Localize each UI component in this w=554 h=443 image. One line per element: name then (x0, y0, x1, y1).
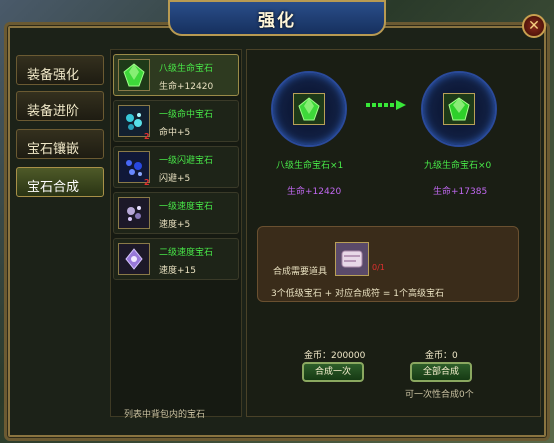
target-gem-stat: 生命+17385 (433, 187, 488, 197)
tab-label: 宝石合成 (27, 180, 80, 195)
target-gem-slot (421, 71, 497, 147)
gem-list-item[interactable]: 二级速度宝石 速度+15 (113, 238, 239, 280)
close-button[interactable]: ✕ (522, 14, 546, 38)
arrow-right-icon (366, 100, 406, 110)
purple-gem-icon (118, 243, 150, 275)
gem-count: 2 (144, 178, 150, 187)
source-gem-slot[interactable] (271, 71, 347, 147)
source-gem-name: 八级生命宝石×1 (276, 161, 344, 171)
tab-equip-advance[interactable]: 装备进阶 (16, 91, 104, 121)
gem-stat: 生命+12420 (159, 82, 214, 92)
tab-gem-inlay[interactable]: 宝石镶嵌 (16, 129, 104, 159)
tab-label: 装备进阶 (27, 104, 80, 119)
tab-label: 宝石镶嵌 (27, 142, 80, 157)
synthesis-scroll-icon[interactable] (335, 242, 369, 276)
synthesis-rule: 3个低级宝石 + 对应合成符 = 1个高级宝石 (271, 289, 444, 299)
gem-name: 一级命中宝石 (159, 110, 214, 120)
purple-gem-icon (118, 197, 150, 229)
window-title-bar: 强化 (168, 0, 386, 36)
window-title: 强化 (258, 10, 296, 31)
gem-list-item[interactable]: 一级闪避宝石 闪避+5 2 (113, 146, 239, 188)
gem-name: 二级速度宝石 (159, 248, 214, 258)
gem-list-footer: 列表中背包内的宝石 (124, 410, 206, 420)
gem-count: 2 (144, 132, 150, 141)
green-gem-icon (443, 93, 475, 125)
tab-equip-enhance[interactable]: 装备强化 (16, 55, 104, 85)
synthesize-once-button[interactable]: 合成一次 (302, 362, 364, 382)
gem-list-item[interactable]: 八级生命宝石 生命+12420 (113, 54, 239, 96)
synthesize-all-button[interactable]: 全部合成 (410, 362, 472, 382)
required-item-label: 合成需要道具 (273, 267, 328, 277)
gem-stat: 命中+5 (159, 128, 191, 138)
gem-stat: 闪避+5 (159, 174, 191, 184)
green-gem-icon (118, 59, 150, 91)
gem-stat: 速度+5 (159, 220, 191, 230)
gem-name: 一级闪避宝石 (159, 156, 214, 166)
gem-name: 一级速度宝石 (159, 202, 214, 212)
tab-label: 装备强化 (27, 68, 80, 83)
gem-name: 八级生命宝石 (159, 64, 214, 74)
tab-gem-synthesis[interactable]: 宝石合成 (16, 167, 104, 197)
gem-list-item[interactable]: 一级命中宝石 命中+5 2 (113, 100, 239, 142)
gem-stat: 速度+15 (159, 266, 196, 276)
gem-list-item[interactable]: 一级速度宝石 速度+5 (113, 192, 239, 234)
green-gem-icon (293, 93, 325, 125)
source-gem-stat: 生命+12420 (287, 187, 342, 197)
gold-total-cost: 金币：0 (425, 351, 458, 361)
max-synthesis-hint: 可一次性合成0个 (405, 390, 474, 400)
close-x-icon: ✕ (528, 18, 540, 34)
required-item-count: 0/1 (372, 263, 385, 272)
gold-cost: 金币：200000 (304, 351, 366, 361)
target-gem-name: 九级生命宝石×0 (424, 161, 492, 171)
